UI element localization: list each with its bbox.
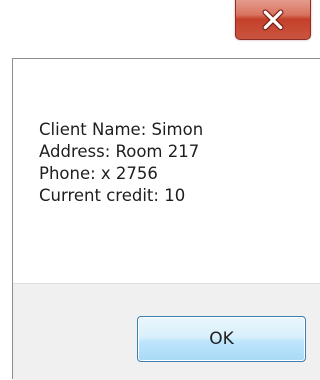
current-credit-line: Current credit: 10 (39, 186, 186, 205)
ok-button[interactable]: OK (137, 316, 306, 362)
phone-line: Phone: x 2756 (39, 164, 158, 183)
message-box-window: Client Name: Simon Address: Room 217 Pho… (0, 0, 320, 380)
title-bar (0, 0, 320, 58)
close-icon (262, 9, 284, 31)
button-bar: OK (13, 283, 320, 380)
address-line: Address: Room 217 (39, 142, 200, 161)
message-area: Client Name: Simon Address: Room 217 Pho… (13, 59, 320, 283)
close-button[interactable] (235, 0, 311, 40)
client-name-line: Client Name: Simon (39, 120, 204, 139)
dialog-body: Client Name: Simon Address: Room 217 Pho… (12, 58, 320, 380)
client-info-message: Client Name: Simon Address: Room 217 Pho… (39, 119, 203, 207)
